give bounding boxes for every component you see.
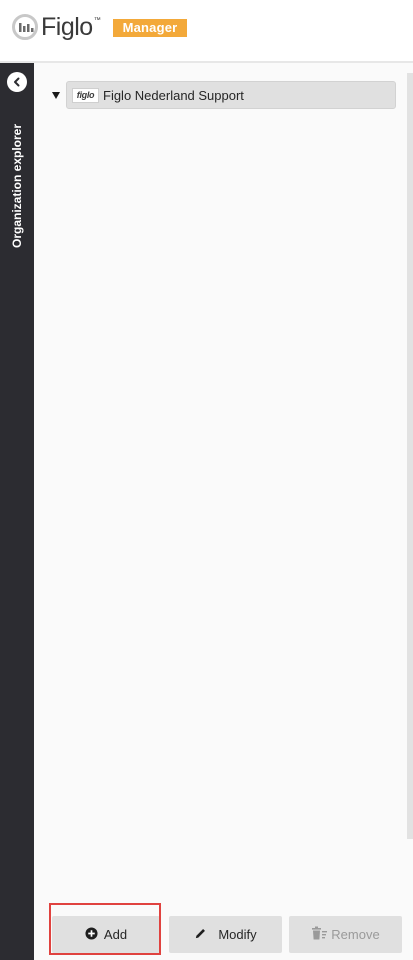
chevron-left-icon — [14, 77, 20, 87]
remove-button[interactable]: Remove — [289, 916, 402, 953]
logo-trademark: ™ — [93, 16, 101, 24]
main-panel: figlo Figlo Nederland Support — [34, 63, 413, 960]
plus-circle-icon — [85, 926, 98, 943]
tree-node-label: Figlo Nederland Support — [103, 87, 244, 103]
modify-button[interactable]: Modify — [169, 916, 282, 953]
collapse-sidebar-button[interactable] — [7, 72, 27, 92]
modify-button-label: Modify — [218, 927, 257, 942]
tree-node-figlo-nederland-support[interactable]: figlo Figlo Nederland Support — [66, 81, 396, 109]
logo-wordmark: Figlo — [41, 13, 93, 41]
manager-badge: Manager — [113, 19, 187, 37]
pencil-icon — [194, 927, 207, 943]
remove-button-label: Remove — [331, 927, 380, 942]
add-button-label: Add — [103, 927, 128, 942]
tree-row: figlo Figlo Nederland Support — [50, 81, 396, 109]
organization-explorer-sidebar: Organization explorer — [0, 63, 34, 960]
figlo-logo-mark-icon — [12, 14, 38, 40]
sidebar-title: Organization explorer — [10, 123, 24, 248]
figlo-logo: Figlo ™ — [12, 14, 101, 40]
header: Figlo ™ Manager — [0, 0, 413, 60]
trash-icon — [311, 926, 329, 943]
figlo-node-logo-icon: figlo — [72, 87, 99, 103]
add-button[interactable]: Add — [52, 916, 160, 953]
vertical-scrollbar[interactable] — [407, 73, 413, 839]
caret-down-icon[interactable] — [50, 89, 62, 101]
